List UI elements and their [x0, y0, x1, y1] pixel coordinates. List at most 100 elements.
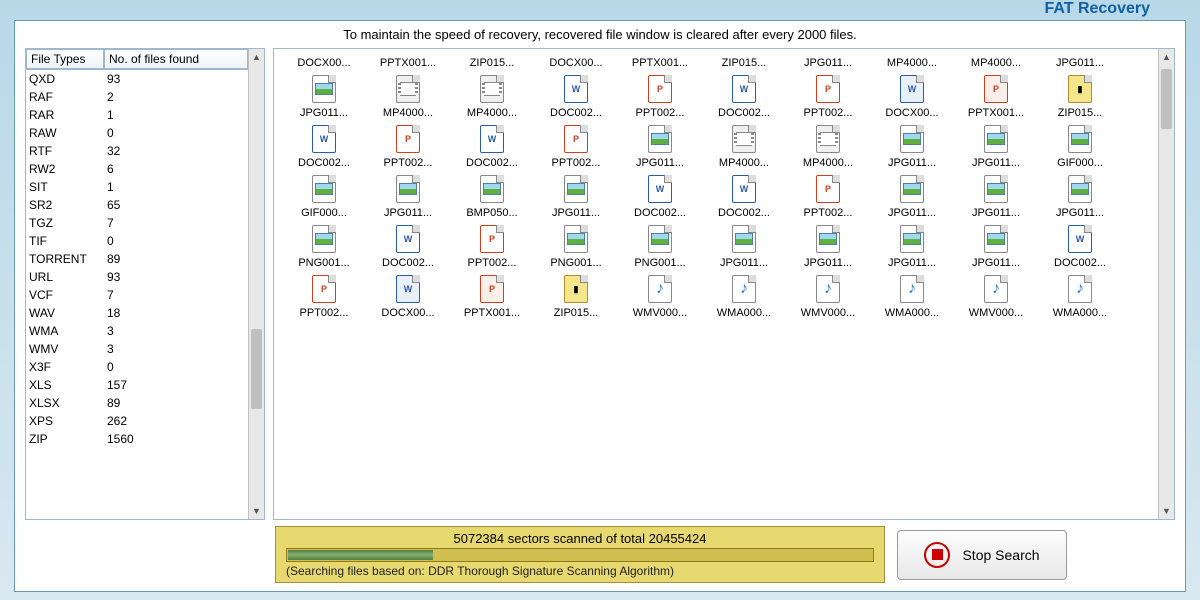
file-item[interactable]: WDOCX00... [366, 271, 450, 321]
file-item[interactable]: WDOC002... [366, 221, 450, 271]
file-item[interactable]: ZIP015... [450, 53, 534, 71]
file-item[interactable]: WDOCX00... [870, 71, 954, 121]
file-item[interactable]: JPG011... [618, 121, 702, 171]
file-item[interactable]: ♪WMA000... [1038, 271, 1122, 321]
table-row[interactable]: TORRENT89 [26, 250, 248, 268]
table-row[interactable]: XPS262 [26, 412, 248, 430]
file-item[interactable]: DOCX00... [534, 53, 618, 71]
file-label: JPG011... [873, 207, 951, 219]
table-row[interactable]: WMA3 [26, 322, 248, 340]
file-item[interactable]: JPG011... [366, 171, 450, 221]
file-item[interactable]: JPG011... [954, 221, 1038, 271]
table-row[interactable]: URL93 [26, 268, 248, 286]
file-item[interactable]: PPPT002... [282, 271, 366, 321]
table-row[interactable]: QXD93 [26, 70, 248, 88]
table-row[interactable]: RW26 [26, 160, 248, 178]
file-item[interactable]: WDOC002... [618, 171, 702, 221]
file-item[interactable]: JPG011... [1038, 171, 1122, 221]
file-item[interactable]: ♪WMV000... [618, 271, 702, 321]
file-item[interactable]: MP4000... [702, 121, 786, 171]
file-item[interactable]: DOCX00... [282, 53, 366, 71]
table-row[interactable]: XLS157 [26, 376, 248, 394]
scroll-up-icon[interactable]: ▲ [1159, 49, 1174, 65]
file-item[interactable]: PNG001... [282, 221, 366, 271]
file-item[interactable]: ▮ZIP015... [534, 271, 618, 321]
file-item[interactable]: JPG011... [786, 53, 870, 71]
file-item[interactable]: WDOC002... [534, 71, 618, 121]
file-item[interactable]: WDOC002... [702, 71, 786, 121]
scroll-down-icon[interactable]: ▼ [249, 503, 264, 519]
table-row[interactable]: TIF0 [26, 232, 248, 250]
cell-type: QXD [29, 70, 107, 88]
table-header: File Types No. of files found [26, 49, 248, 70]
file-item[interactable]: JPG011... [702, 221, 786, 271]
table-row[interactable]: RAW0 [26, 124, 248, 142]
file-item[interactable]: ▮ZIP015... [1038, 71, 1122, 121]
file-item[interactable]: WDOC002... [702, 171, 786, 221]
file-item[interactable]: JPG011... [870, 121, 954, 171]
file-item[interactable]: PPTX001... [366, 53, 450, 71]
file-item[interactable]: ♪WMV000... [954, 271, 1038, 321]
file-item[interactable]: MP4000... [786, 121, 870, 171]
table-row[interactable]: WAV18 [26, 304, 248, 322]
file-row: GIF000...JPG011...BMP050...JPG011...WDOC… [282, 171, 1156, 221]
stop-search-button[interactable]: Stop Search [897, 530, 1067, 580]
file-item[interactable]: BMP050... [450, 171, 534, 221]
file-item[interactable]: WDOC002... [450, 121, 534, 171]
scroll-down-icon[interactable]: ▼ [1159, 503, 1174, 519]
jpg-file-icon [896, 173, 928, 205]
file-item[interactable]: JPG011... [534, 171, 618, 221]
file-item[interactable]: WDOC002... [1038, 221, 1122, 271]
file-item[interactable]: JPG011... [786, 221, 870, 271]
file-item[interactable]: PNG001... [534, 221, 618, 271]
table-row[interactable]: VCF7 [26, 286, 248, 304]
file-item[interactable]: JPG011... [282, 71, 366, 121]
file-item[interactable]: PPPT002... [450, 221, 534, 271]
file-label: JPG011... [705, 257, 783, 269]
table-row[interactable]: ZIP1560 [26, 430, 248, 448]
table-row[interactable]: TGZ7 [26, 214, 248, 232]
file-item[interactable]: ♪WMV000... [786, 271, 870, 321]
table-row[interactable]: X3F0 [26, 358, 248, 376]
file-item[interactable]: JPG011... [954, 171, 1038, 221]
file-item[interactable]: JPG011... [1038, 53, 1122, 71]
file-item[interactable]: GIF000... [1038, 121, 1122, 171]
right-scrollbar[interactable]: ▲ ▼ [1158, 49, 1174, 519]
scroll-thumb[interactable] [251, 329, 262, 409]
file-item[interactable]: PPPT002... [618, 71, 702, 121]
file-item[interactable]: PPTX001... [618, 53, 702, 71]
file-item[interactable]: ZIP015... [702, 53, 786, 71]
table-row[interactable]: RAF2 [26, 88, 248, 106]
file-item[interactable]: PPPT002... [786, 171, 870, 221]
file-item[interactable]: GIF000... [282, 171, 366, 221]
table-row[interactable]: WMV3 [26, 340, 248, 358]
table-row[interactable]: XLSX89 [26, 394, 248, 412]
table-row[interactable]: SIT1 [26, 178, 248, 196]
scroll-thumb[interactable] [1161, 69, 1172, 129]
file-item[interactable]: PPPT002... [366, 121, 450, 171]
file-item[interactable]: ♪WMA000... [870, 271, 954, 321]
column-count[interactable]: No. of files found [104, 49, 248, 69]
file-item[interactable]: MP4000... [954, 53, 1038, 71]
file-item[interactable]: PPPTX001... [954, 71, 1038, 121]
file-item[interactable]: WDOC002... [282, 121, 366, 171]
file-label: JPG011... [285, 107, 363, 119]
file-item[interactable]: PPPT002... [786, 71, 870, 121]
file-item[interactable]: MP4000... [450, 71, 534, 121]
file-item[interactable]: JPG011... [954, 121, 1038, 171]
file-item[interactable]: JPG011... [870, 171, 954, 221]
left-scrollbar[interactable]: ▲ ▼ [248, 49, 264, 519]
scroll-up-icon[interactable]: ▲ [249, 49, 264, 65]
file-item[interactable]: PPPT002... [534, 121, 618, 171]
file-item[interactable]: PPPTX001... [450, 271, 534, 321]
column-file-types[interactable]: File Types [26, 49, 104, 69]
table-row[interactable]: SR265 [26, 196, 248, 214]
file-item[interactable]: MP4000... [366, 71, 450, 121]
file-item[interactable]: PNG001... [618, 221, 702, 271]
file-item[interactable]: JPG011... [870, 221, 954, 271]
table-row[interactable]: RAR1 [26, 106, 248, 124]
mp4-file-icon [728, 123, 760, 155]
file-item[interactable]: ♪WMA000... [702, 271, 786, 321]
file-item[interactable]: MP4000... [870, 53, 954, 71]
table-row[interactable]: RTF32 [26, 142, 248, 160]
